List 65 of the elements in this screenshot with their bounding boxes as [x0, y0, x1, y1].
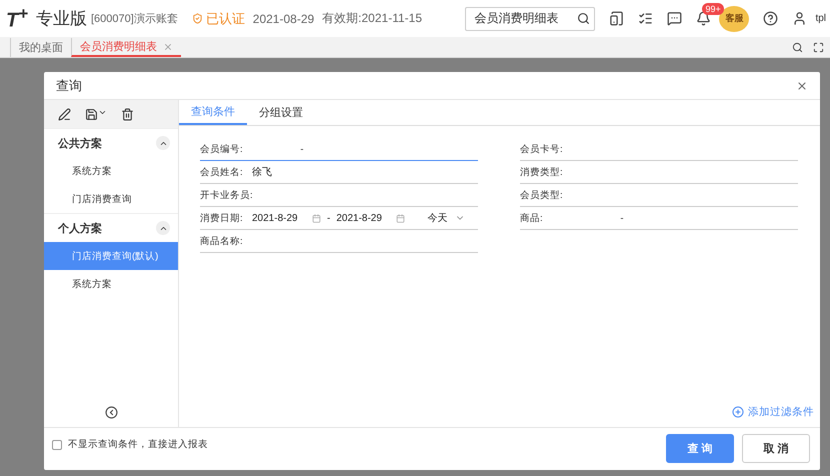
- search-icon[interactable]: [792, 42, 803, 53]
- field-label: 会员姓名:: [200, 166, 244, 178]
- input-field[interactable]: 会员姓名: 徐飞: [200, 161, 478, 184]
- search-field[interactable]: 会员消费明细表: [465, 6, 596, 30]
- field-label: 会员卡号:: [520, 142, 564, 156]
- scheme-item[interactable]: 门店消费查询: [44, 185, 178, 213]
- expiry-text: 有效期:2021-11-15: [322, 10, 422, 27]
- collapse-icon[interactable]: [104, 406, 118, 418]
- field-label: 商品:: [520, 212, 544, 224]
- chevron-up-icon[interactable]: [156, 221, 170, 235]
- field-label: 消费日期:: [200, 212, 244, 224]
- tablet-icon[interactable]: [609, 11, 624, 26]
- service-mascot[interactable]: 客服: [719, 6, 750, 32]
- input-field[interactable]: 会员类型:: [520, 184, 798, 207]
- close-icon[interactable]: [163, 42, 173, 52]
- range-separator: -: [299, 144, 305, 154]
- shield-icon: [192, 13, 203, 24]
- logo: T$^{+}$: [6, 4, 28, 33]
- dialog-title: 查询: [56, 76, 82, 94]
- user-icon[interactable]: [792, 11, 808, 26]
- save-icon[interactable]: [85, 108, 107, 120]
- input-field[interactable]: 会员卡号:: [520, 138, 798, 161]
- date-text: 2021-08-29: [252, 12, 314, 26]
- tab[interactable]: 分组设置: [247, 100, 315, 125]
- add-filter-label: 添加过滤条件: [748, 405, 814, 419]
- field-label: 会员类型:: [520, 188, 564, 202]
- message-icon[interactable]: [667, 11, 682, 26]
- user-name: tpl: [815, 13, 826, 24]
- date-preset: 今天: [427, 212, 448, 225]
- bell-icon[interactable]: [696, 11, 712, 26]
- edition-label: 专业版: [36, 8, 87, 30]
- skip-checkbox[interactable]: 不显示查询条件，直接进入报表: [52, 438, 208, 451]
- search-icon[interactable]: [577, 12, 590, 25]
- field-label: 消费类型:: [520, 166, 564, 178]
- range-separator: -: [619, 212, 625, 224]
- certified-label: 已认证: [206, 10, 245, 28]
- input-field[interactable]: 会员编号: -: [200, 138, 478, 161]
- fullscreen-icon[interactable]: [813, 42, 824, 53]
- scheme-item[interactable]: 系统方案: [44, 157, 178, 185]
- date-value: 2021-8-29: [336, 212, 383, 224]
- notification-badge: 99+: [702, 3, 724, 15]
- cancel-button[interactable]: 取 消: [742, 434, 810, 463]
- delete-icon[interactable]: [121, 108, 134, 120]
- tab[interactable]: 会员消费明细表: [71, 38, 181, 57]
- input-field[interactable]: 商品: -: [520, 207, 798, 230]
- field-label: 商品名称:: [200, 234, 244, 248]
- account-name: [600070]演示账套: [90, 12, 178, 26]
- input-field[interactable]: 商品名称:: [200, 230, 478, 253]
- range-separator: -: [327, 212, 330, 224]
- input-field[interactable]: 消费日期: 2021-8-29 - 2021-8-29 今天: [200, 207, 478, 230]
- field-label: 会员编号:: [200, 142, 244, 156]
- tab[interactable]: 我的桌面: [10, 38, 71, 57]
- edit-icon[interactable]: [58, 108, 71, 120]
- plus-icon: [732, 406, 744, 418]
- field-value: 徐飞: [252, 166, 272, 179]
- checklist-icon[interactable]: [638, 11, 654, 26]
- input-field[interactable]: 开卡业务员:: [200, 184, 478, 207]
- group-header[interactable]: 公共方案: [44, 128, 178, 157]
- date-value: 2021-8-29: [252, 212, 299, 224]
- input-field[interactable]: 消费类型:: [520, 161, 798, 184]
- chevron-up-icon[interactable]: [156, 136, 170, 150]
- scheme-item[interactable]: 系统方案: [44, 270, 178, 298]
- help-icon[interactable]: [763, 11, 778, 26]
- close-icon[interactable]: [796, 80, 808, 92]
- field-label: 开卡业务员:: [200, 188, 252, 202]
